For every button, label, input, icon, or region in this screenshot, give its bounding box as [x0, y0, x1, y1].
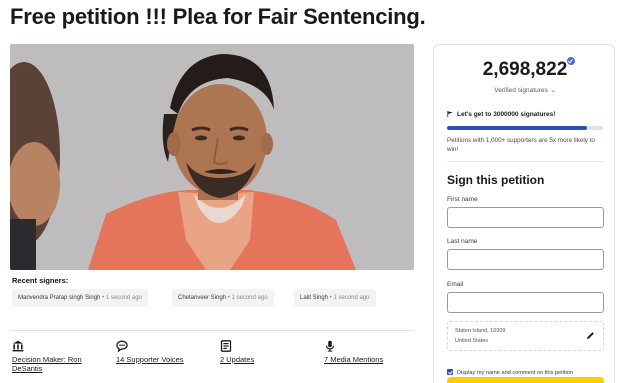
section-divider: [10, 330, 414, 331]
petition-stats: Decision Maker: Ron DeSantis 14 Supporte…: [10, 340, 414, 380]
stat-supporter-voices[interactable]: 14 Supporter Voices: [116, 340, 212, 364]
verified-signatures-toggle[interactable]: Verified signatures ⌄: [434, 87, 616, 94]
speech-bubble-icon: [116, 340, 128, 352]
petition-photo-image: [10, 44, 414, 270]
last-name-label: Last name: [447, 238, 478, 245]
stat-updates[interactable]: 2 Updates: [220, 340, 316, 364]
petition-photo: [10, 44, 414, 270]
updates-doc-icon: [220, 340, 232, 352]
supporters-tip: Petitions with 1,000+ supporters are 5x …: [447, 137, 595, 153]
recent-signer-name: Manvendra Pratap singh Singh: [18, 295, 101, 301]
location-field[interactable]: Staten Island, 10309 United States: [447, 321, 604, 351]
sign-petition-button[interactable]: [447, 377, 604, 383]
email-label: Email: [447, 281, 464, 288]
page-title: Free petition !!! Plea for Fair Sentenci…: [10, 4, 426, 29]
email-input[interactable]: [447, 292, 604, 313]
recent-signer-time: 1 second ago: [105, 295, 142, 301]
recent-signer-chip: Lalit Singh • 1 second ago: [294, 289, 376, 307]
sign-form-title: Sign this petition: [447, 173, 545, 187]
consent-label[interactable]: Display my name and comment on this peti…: [457, 370, 573, 376]
signature-count: 2,698,822: [482, 59, 568, 80]
microphone-icon: [326, 340, 334, 352]
first-name-input[interactable]: [447, 207, 604, 228]
recent-signer-time: 1 second ago: [231, 295, 268, 301]
recent-signer-chip: Manvendra Pratap singh Singh • 1 second …: [12, 289, 148, 307]
last-name-input[interactable]: [447, 249, 604, 270]
sign-petition-panel: 2,698,822 Verified signatures ⌄ Let's get…: [433, 44, 615, 383]
recent-signer-name: Chetanveer Singh: [178, 295, 227, 301]
bank-building-icon: [12, 340, 24, 352]
recent-signer-chip: Chetanveer Singh • 1 second ago: [172, 289, 274, 307]
stat-label[interactable]: 14 Supporter Voices: [116, 355, 212, 364]
recent-signer-time: 1 second ago: [333, 295, 370, 301]
petition-main: [10, 44, 414, 270]
recent-signer-name: Lalit Singh: [300, 295, 329, 301]
signature-goal-text: Let's get to 3000000 signatures!: [457, 111, 556, 118]
stat-label[interactable]: 2 Updates: [220, 355, 316, 364]
signature-goal: Let's get to 3000000 signatures!: [447, 111, 555, 118]
flag-icon: [447, 111, 453, 117]
stat-label[interactable]: 7 Media Mentions: [324, 355, 414, 364]
location-country: United States: [455, 338, 489, 344]
stat-label[interactable]: Decision Maker: Ron DeSantis: [12, 355, 108, 373]
stat-decision-maker[interactable]: Decision Maker: Ron DeSantis: [12, 340, 108, 373]
verified-signatures-label[interactable]: Verified signatures: [494, 87, 547, 94]
location-city: Staten Island, 10309: [455, 328, 506, 334]
consent-checkbox[interactable]: [447, 369, 453, 375]
verified-check-icon: [567, 57, 575, 65]
signature-progress-bar: [447, 126, 603, 130]
signature-progress-fill: [447, 126, 588, 130]
recent-signers-list: Manvendra Pratap singh Singh • 1 second …: [10, 289, 414, 307]
chevron-down-icon[interactable]: ⌄: [551, 88, 556, 94]
first-name-label: First name: [447, 196, 478, 203]
panel-divider: [447, 161, 603, 162]
stat-media-mentions[interactable]: 7 Media Mentions: [324, 340, 414, 364]
recent-signers-label: Recent signers:: [12, 276, 69, 285]
pencil-edit-icon[interactable]: [586, 331, 595, 340]
